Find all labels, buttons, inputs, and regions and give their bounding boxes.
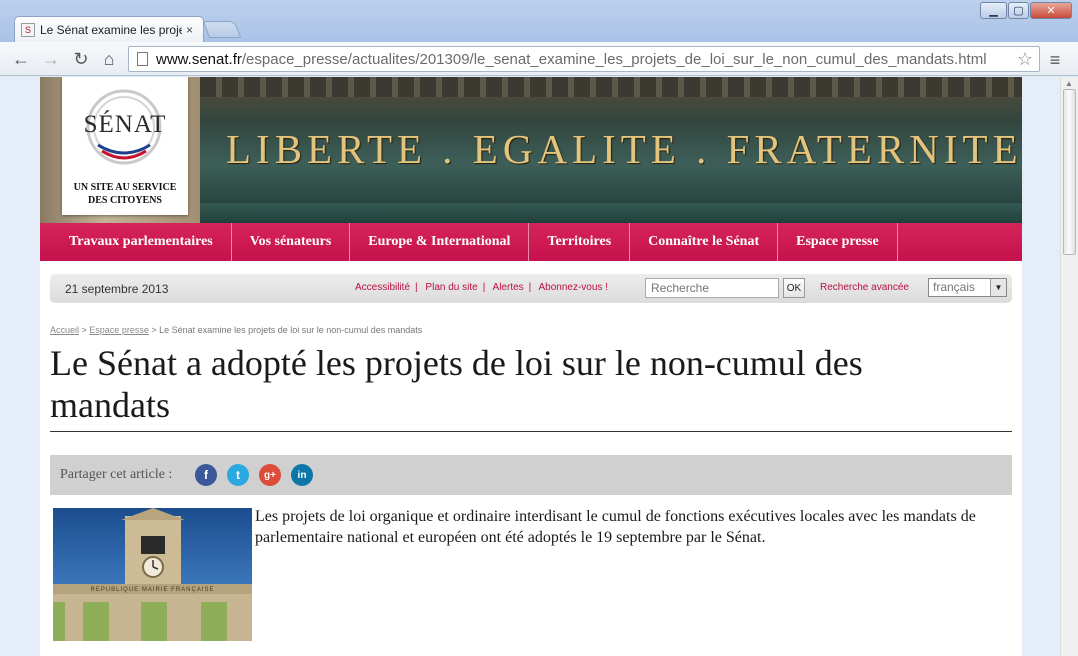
link-accessibilite[interactable]: Accessibilité <box>355 282 410 293</box>
reload-icon[interactable]: ↻ <box>70 48 92 70</box>
nav-europe-international[interactable]: Europe & International <box>350 223 530 261</box>
scroll-up-arrow-icon[interactable]: ▲ <box>1065 79 1073 88</box>
utility-bar: 21 septembre 2013 Accessibilité | Plan du… <box>50 274 1012 303</box>
browser-tab[interactable]: S Le Sénat examine les proje × <box>14 16 204 42</box>
tab-title: Le Sénat examine les proje <box>40 22 182 37</box>
home-icon[interactable]: ⌂ <box>98 48 120 70</box>
maximize-window-button[interactable]: ▢ <box>1008 2 1029 19</box>
article-image-town-hall: REPUBLIQUE MAIRIE FRANÇAISE <box>53 508 252 641</box>
page-icon <box>137 52 148 66</box>
logo-wordmark: SÉNAT <box>83 111 167 138</box>
link-plan-du-site[interactable]: Plan du site <box>425 282 477 293</box>
googleplus-share-icon[interactable]: g+ <box>259 464 281 486</box>
new-tab-button[interactable] <box>202 21 242 38</box>
nav-territoires[interactable]: Territoires <box>529 223 631 261</box>
scrollbar-thumb[interactable] <box>1063 89 1076 255</box>
linkedin-share-icon[interactable]: in <box>291 464 313 486</box>
menu-icon[interactable]: ≡ <box>1046 50 1064 71</box>
nav-travaux-parlementaires[interactable]: Travaux parlementaires <box>40 223 232 261</box>
header-banner: LIBERTE . EGALITE . FRATERNITE SÉNAT UN … <box>40 77 1022 223</box>
page-content: LIBERTE . EGALITE . FRATERNITE SÉNAT UN … <box>40 77 1022 656</box>
link-alertes[interactable]: Alertes <box>493 282 524 293</box>
page-title: Le Sénat a adopté les projets de loi sur… <box>50 343 863 425</box>
share-label: Partager cet article : <box>60 467 173 482</box>
utility-links: Accessibilité | Plan du site | Alertes | Ab… <box>355 282 608 293</box>
nav-vos-senateurs[interactable]: Vos sénateurs <box>232 223 351 261</box>
logo-tagline: UN SITE AU SERVICE DES CITOYENS <box>73 182 177 206</box>
minimize-window-button[interactable]: ▁ <box>980 2 1007 19</box>
star-icon[interactable]: ☆ <box>1017 49 1033 70</box>
advanced-search-link[interactable]: Recherche avancée <box>820 282 909 293</box>
language-select[interactable]: français ▼ <box>928 278 1007 297</box>
nav-espace-presse[interactable]: Espace presse <box>778 223 898 261</box>
facebook-share-icon[interactable]: f <box>195 464 217 486</box>
twitter-share-icon[interactable]: t <box>227 464 249 486</box>
close-window-button[interactable]: ✕ <box>1030 2 1072 19</box>
banner-frieze <box>200 77 1022 97</box>
forward-arrow-icon[interactable]: → <box>40 48 62 70</box>
town-hall-illustration <box>53 508 252 641</box>
senat-favicon-icon: S <box>21 22 35 37</box>
back-arrow-icon[interactable]: ← <box>10 48 32 70</box>
page-viewport: LIBERTE . EGALITE . FRATERNITE SÉNAT UN … <box>0 77 1060 656</box>
browser-titlebar: S Le Sénat examine les proje × ▁ ▢ ✕ <box>0 0 1078 42</box>
search-ok-button[interactable]: OK <box>783 278 805 298</box>
share-bar: Partager cet article : f t g+ in <box>50 455 1012 495</box>
dropdown-arrow-icon: ▼ <box>990 279 1006 296</box>
breadcrumb-home[interactable]: Accueil <box>50 325 79 335</box>
breadcrumb-espace-presse[interactable]: Espace presse <box>89 325 149 335</box>
current-date: 21 septembre 2013 <box>65 282 169 296</box>
motto: LIBERTE . EGALITE . FRATERNITE <box>226 126 1023 172</box>
url-text: www.senat.fr/espace_presse/actualites/20… <box>156 50 987 68</box>
nav-connaitre-le-senat[interactable]: Connaître le Sénat <box>630 223 779 261</box>
breadcrumb: Accueil > Espace presse > Le Sénat exami… <box>50 325 423 335</box>
search-input[interactable] <box>645 278 779 298</box>
article-lead: Les projets de loi organique et ordinair… <box>255 508 976 546</box>
page-scrollbar[interactable]: ▲ <box>1060 77 1078 656</box>
close-icon[interactable]: × <box>186 23 193 37</box>
main-navigation: Travaux parlementaires Vos sénateurs Eur… <box>40 223 1022 261</box>
address-bar[interactable]: www.senat.fr/espace_presse/actualites/20… <box>128 46 1040 72</box>
banner-base <box>200 203 1022 223</box>
senat-logo[interactable]: SÉNAT UN SITE AU SERVICE DES CITOYENS <box>62 77 188 215</box>
link-abonnez-vous[interactable]: Abonnez-vous ! <box>539 282 609 293</box>
title-divider <box>50 431 1012 432</box>
browser-toolbar: ← → ↻ ⌂ www.senat.fr/espace_presse/actua… <box>0 42 1078 76</box>
breadcrumb-current: Le Sénat examine les projets de loi sur … <box>159 325 423 335</box>
image-inscription: REPUBLIQUE MAIRIE FRANÇAISE <box>90 587 215 593</box>
